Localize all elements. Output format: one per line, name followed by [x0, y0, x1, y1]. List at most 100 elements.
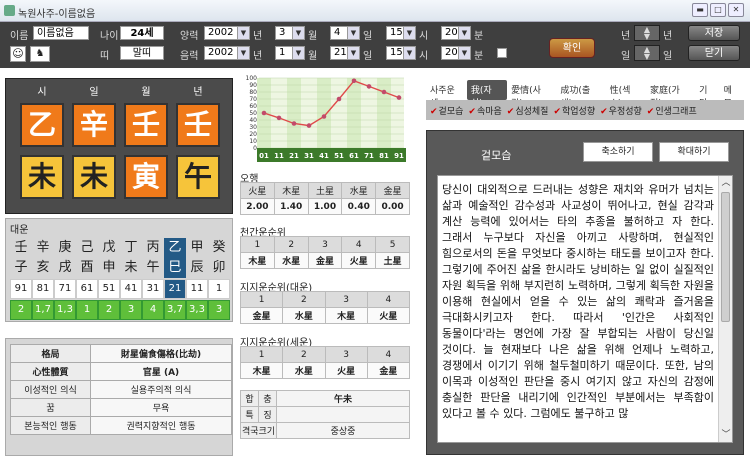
daeun-stem[interactable]: 丁 [120, 238, 142, 258]
branch-year[interactable]: 午 [176, 155, 220, 199]
unit-hour: 시 [419, 31, 429, 42]
daeun-stem[interactable]: 庚 [54, 238, 76, 258]
scroll-down-icon[interactable]: ﹀ [719, 428, 732, 442]
tab-item[interactable]: 家庭(가정) [646, 80, 695, 109]
daeun-branch[interactable]: 未 [120, 258, 142, 278]
daeun-age[interactable]: 81 [32, 279, 54, 299]
column-header: 3 [324, 346, 368, 363]
daeun-branch[interactable]: 卯 [208, 258, 230, 278]
stem-month[interactable]: 壬 [124, 103, 168, 147]
daeun-stem[interactable]: 乙 [164, 238, 186, 258]
subtab-item[interactable]: 우정성향 [600, 104, 642, 117]
vertical-scrollbar[interactable]: ︿ ﹀ [718, 176, 732, 442]
tab-item[interactable]: 메모 [720, 80, 744, 109]
cell-value: 火星 [324, 362, 368, 379]
daeun-branch[interactable]: 亥 [32, 258, 54, 278]
daeun-branch[interactable]: 申 [98, 258, 120, 278]
daeun-age[interactable]: 51 [98, 279, 120, 299]
lunar-checkbox[interactable] [497, 48, 507, 58]
lunar-month-select[interactable]: 1 ▼ [275, 46, 305, 60]
solar-day-select[interactable]: 4 ▼ [330, 26, 360, 40]
ohaeng-table: 火星 木星 土星 水星 金星 2.00 1.40 1.00 0.40 0.00 [240, 182, 410, 215]
branch-month[interactable]: 寅 [124, 155, 168, 199]
table-row: 격국크기 중상중 [240, 422, 410, 439]
horse-icon[interactable]: ♞ [30, 46, 50, 62]
tab-item[interactable]: 愛情(사랑) [507, 80, 556, 109]
solar-month-select[interactable]: 3 ▼ [275, 26, 305, 40]
detail-text-area[interactable]: 당신이 대외적으로 드러내는 성향은 재치와 유머가 넘치는 삶과 예술적인 감… [437, 175, 733, 443]
stem-year[interactable]: 壬 [176, 103, 220, 147]
expand-button[interactable]: 확대하기 [659, 142, 729, 162]
subtab-item[interactable]: 겉모습 [430, 104, 464, 117]
cell-value: 木星 [324, 307, 368, 324]
daeun-branch[interactable]: 酉 [76, 258, 98, 278]
maximize-button[interactable]: □ [710, 3, 726, 17]
info-value: 財星偏食傷格(比劫) [90, 344, 232, 363]
branch-day[interactable]: 未 [72, 155, 116, 199]
daeun-age[interactable]: 71 [54, 279, 76, 299]
cell-value: 金星 [366, 362, 411, 379]
tab-item[interactable]: 我(자신) [466, 80, 508, 109]
daeun-age[interactable]: 61 [76, 279, 98, 299]
solar-minute-select[interactable]: 20 ▼ [441, 26, 471, 40]
daeun-branch[interactable]: 午 [142, 258, 164, 278]
tab-item[interactable]: 사주운세 [426, 80, 467, 109]
daeun-age[interactable]: 11 [186, 279, 208, 299]
daeun-stem[interactable]: 丙 [142, 238, 164, 258]
daeun-branch[interactable]: 子 [10, 258, 32, 278]
daeun-stem[interactable]: 癸 [208, 238, 230, 258]
daeun-stem[interactable]: 戊 [98, 238, 120, 258]
daeun-stem[interactable]: 己 [76, 238, 98, 258]
solar-year-select[interactable]: 2002 ▼ [204, 26, 250, 40]
close-window-button[interactable]: ✕ [728, 3, 744, 17]
daeun-branch[interactable]: 辰 [186, 258, 208, 278]
shrink-button[interactable]: 축소하기 [583, 142, 653, 162]
name-field[interactable]: 이름없음 [33, 26, 89, 40]
confirm-button[interactable]: 확인 [549, 38, 595, 58]
minimize-button[interactable]: ▬ [692, 3, 708, 17]
day-spinner[interactable]: ▲ ▼ [634, 45, 660, 61]
subtab-item[interactable]: 속마음 [468, 104, 502, 117]
solar-hour-select[interactable]: 15 ▼ [386, 26, 416, 40]
tab-item[interactable]: 기타 [695, 80, 719, 109]
daeun-age[interactable]: 21 [164, 279, 186, 299]
scroll-up-icon[interactable]: ︿ [719, 176, 732, 190]
daeun-age[interactable]: 91 [10, 279, 32, 299]
daeun-branch[interactable]: 巳 [164, 258, 186, 278]
tab-item[interactable]: 性(섹스) [606, 80, 646, 109]
daeun-age[interactable]: 31 [142, 279, 164, 299]
stem-hour[interactable]: 乙 [20, 103, 64, 147]
daeun-num: 1 [76, 300, 98, 320]
daeun-age[interactable]: 41 [120, 279, 142, 299]
close-button[interactable]: 닫기 [688, 45, 740, 61]
person-icon[interactable]: ☺ [10, 46, 26, 62]
subtab-item[interactable]: 심성체질 [507, 104, 548, 117]
column-header: 4 [366, 291, 411, 308]
daeun-age[interactable]: 1 [208, 279, 230, 299]
chevron-down-icon: ▼ [458, 47, 470, 59]
lunar-minute-select[interactable]: 20 ▼ [441, 46, 471, 60]
branch-hour[interactable]: 未 [20, 155, 64, 199]
lunar-hour-select[interactable]: 15 ▼ [386, 46, 416, 60]
subtab-item[interactable]: 학업성향 [553, 104, 595, 117]
right-year-label: 년 [621, 31, 631, 42]
data-point [381, 89, 387, 95]
scroll-thumb[interactable] [721, 192, 730, 322]
y-tick-label: 90 [249, 82, 257, 89]
stem-day[interactable]: 辛 [72, 103, 116, 147]
info-value: 실용주의적 의식 [90, 380, 232, 399]
lunar-day-select[interactable]: 21 ▼ [330, 46, 360, 60]
daeun-stem[interactable]: 甲 [186, 238, 208, 258]
tab-item[interactable]: 成功(출세) [556, 80, 605, 109]
year-spinner[interactable]: ▲ ▼ [634, 25, 660, 41]
table-row: 木星 水星 金星 火星 土星 [240, 252, 410, 269]
daeun-branch[interactable]: 戌 [54, 258, 76, 278]
lunar-month-value: 1 [279, 47, 286, 58]
lunar-year-select[interactable]: 2002 ▼ [204, 46, 250, 60]
daeun-stem[interactable]: 壬 [10, 238, 32, 258]
daeun-num: 2 [98, 300, 120, 320]
save-button[interactable]: 저장 [688, 25, 740, 41]
daeun-stem[interactable]: 辛 [32, 238, 54, 258]
column-header: 4 [366, 346, 411, 363]
subtab-item[interactable]: 인생그래프 [647, 104, 696, 117]
